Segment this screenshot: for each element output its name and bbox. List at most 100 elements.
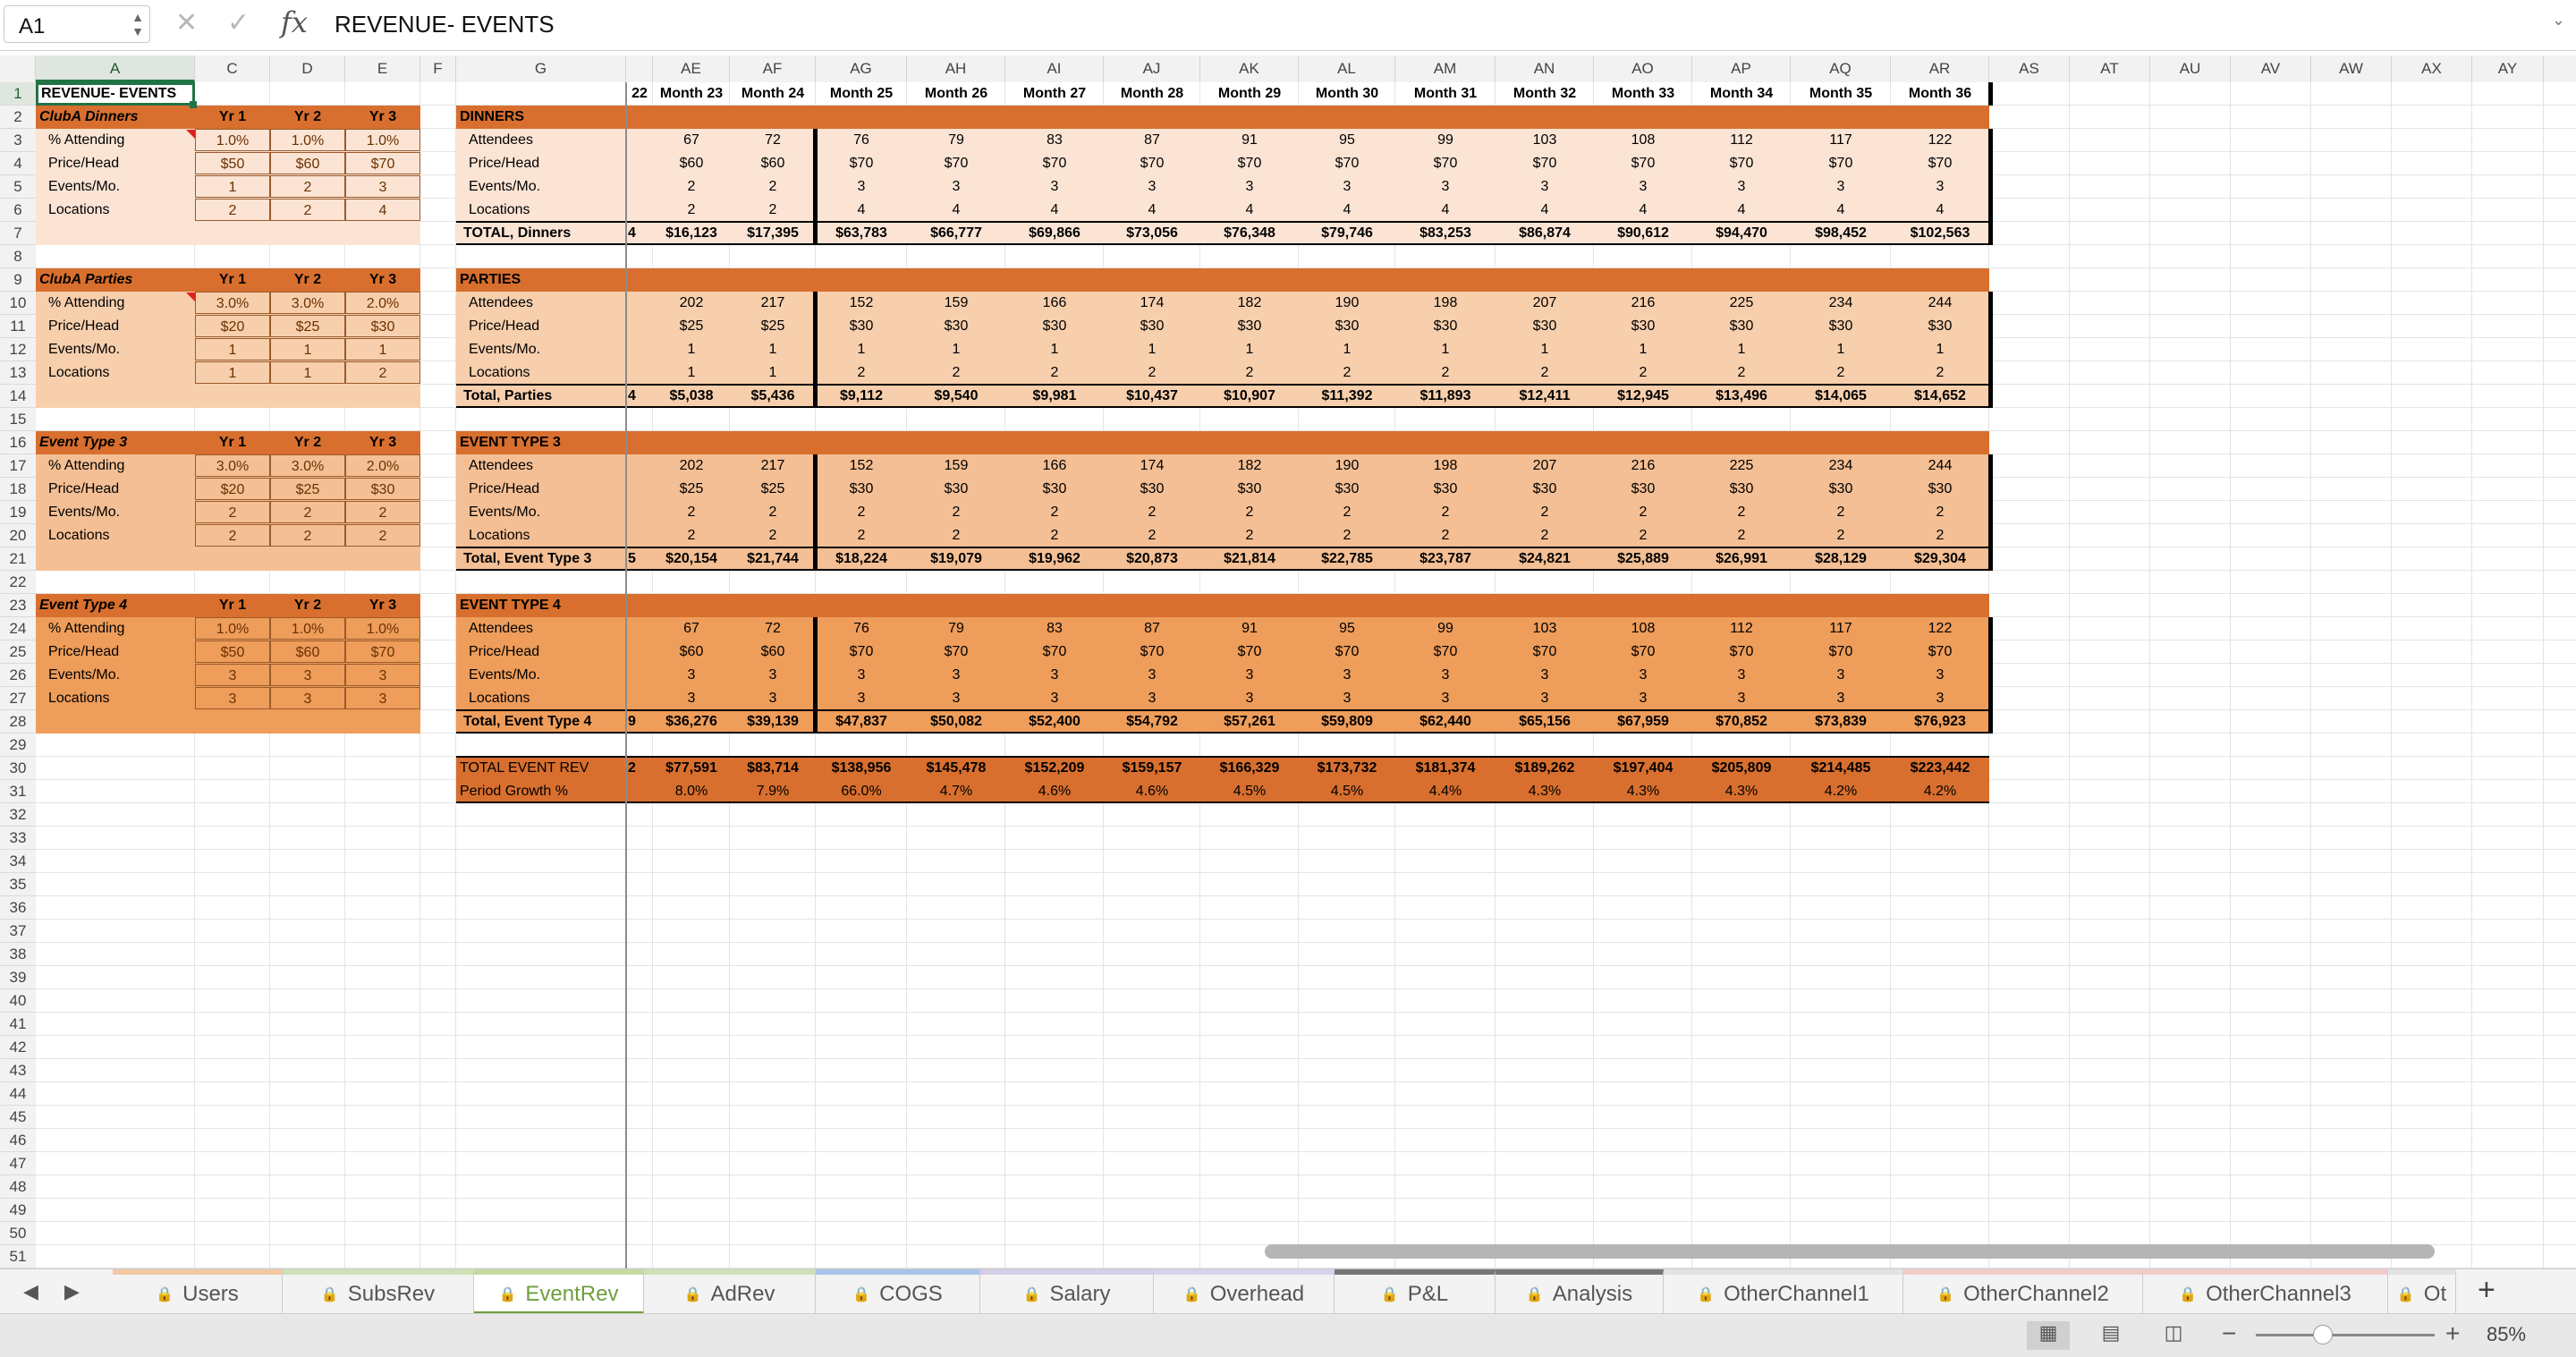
metric-value[interactable]: 207 (1496, 454, 1594, 478)
total-value[interactable]: $21,744 (730, 547, 816, 571)
metric-value[interactable]: 2 (1299, 361, 1395, 385)
row-header[interactable]: 7 (0, 222, 36, 245)
row-header[interactable]: 44 (0, 1082, 36, 1106)
row-header[interactable]: 25 (0, 640, 36, 664)
metric-value[interactable]: $30 (1791, 478, 1891, 501)
metric-value[interactable]: 4 (1200, 199, 1299, 222)
metric-value[interactable]: 3 (816, 664, 907, 687)
metric-value[interactable]: 3 (1395, 687, 1496, 710)
metric-value[interactable]: 1 (1395, 338, 1496, 361)
metric-value[interactable]: $30 (1395, 478, 1496, 501)
metric-value[interactable]: $60 (653, 152, 730, 175)
metric-value[interactable]: 2 (1692, 501, 1791, 524)
row-header[interactable]: 30 (0, 757, 36, 780)
total-value[interactable]: $29,304 (1891, 547, 1989, 571)
total-value[interactable]: $102,563 (1891, 222, 1989, 245)
metric-value[interactable]: $70 (1104, 152, 1200, 175)
row-header[interactable]: 49 (0, 1199, 36, 1222)
input-cell[interactable]: 4 (345, 199, 420, 221)
period-growth-value[interactable]: 8.0% (653, 780, 730, 803)
input-cell[interactable]: $30 (345, 315, 420, 337)
metric-value[interactable]: 159 (907, 454, 1005, 478)
metric-value[interactable]: 2 (1299, 501, 1395, 524)
metric-value[interactable]: 217 (730, 292, 816, 315)
zoom-slider[interactable] (2256, 1334, 2435, 1336)
row-header[interactable]: 21 (0, 547, 36, 571)
tab-scroll-left-icon[interactable]: ◀ (23, 1280, 38, 1303)
sheet-tab[interactable]: 🔒 SubsRev (283, 1269, 474, 1314)
metric-value[interactable]: 108 (1594, 129, 1692, 152)
metric-value[interactable]: 1 (816, 338, 907, 361)
metric-value[interactable]: 225 (1692, 454, 1791, 478)
add-sheet-button[interactable]: + (2478, 1273, 2496, 1308)
input-cell[interactable]: 1 (270, 361, 345, 384)
sheet-tab[interactable]: 🔒 OtherChannel3 (2143, 1269, 2388, 1314)
sheet-tab[interactable]: 🔒 Salary (980, 1269, 1154, 1314)
metric-value[interactable]: $70 (1891, 640, 1989, 664)
metric-value[interactable]: $30 (1496, 315, 1594, 338)
total-value[interactable]: $86,874 (1496, 222, 1594, 245)
metric-value[interactable]: 2 (1692, 361, 1791, 385)
sheet-tab[interactable]: 🔒 Overhead (1154, 1269, 1335, 1314)
metric-value[interactable]: 152 (816, 454, 907, 478)
metric-value[interactable]: 117 (1791, 129, 1891, 152)
input-cell[interactable]: 3 (195, 664, 270, 686)
metric-value[interactable]: 3 (1104, 175, 1200, 199)
metric-value[interactable]: 4 (1594, 199, 1692, 222)
total-value[interactable]: $67,959 (1594, 710, 1692, 734)
metric-value[interactable]: $70 (1496, 640, 1594, 664)
row-header[interactable]: 34 (0, 850, 36, 873)
metric-value[interactable]: 2 (816, 524, 907, 547)
total-value[interactable]: $5,436 (730, 385, 816, 408)
row-header[interactable]: 2 (0, 106, 36, 129)
select-all-corner[interactable] (0, 55, 36, 82)
row-header[interactable]: 3 (0, 129, 36, 152)
metric-value[interactable]: 1 (1791, 338, 1891, 361)
sheet-tab[interactable]: 🔒 P&L (1335, 1269, 1496, 1314)
row-header[interactable]: 4 (0, 152, 36, 175)
total-value[interactable]: $25,889 (1594, 547, 1692, 571)
metric-value[interactable]: 2 (1496, 501, 1594, 524)
metric-value[interactable]: $70 (1791, 640, 1891, 664)
period-growth-value[interactable]: 4.6% (1005, 780, 1104, 803)
metric-value[interactable]: 2 (1791, 524, 1891, 547)
metric-value[interactable]: 3 (1692, 687, 1791, 710)
metric-value[interactable]: 1 (1692, 338, 1791, 361)
metric-value[interactable]: $30 (1891, 315, 1989, 338)
column-header[interactable]: AW (2311, 55, 2392, 82)
metric-value[interactable]: 234 (1791, 292, 1891, 315)
row-header[interactable]: 26 (0, 664, 36, 687)
metric-value[interactable]: 2 (816, 501, 907, 524)
total-value[interactable]: $70,852 (1692, 710, 1791, 734)
metric-value[interactable]: 3 (1496, 687, 1594, 710)
column-header[interactable]: AI (1005, 55, 1104, 82)
metric-value[interactable]: $70 (1005, 640, 1104, 664)
total-value[interactable]: $21,814 (1200, 547, 1299, 571)
total-value[interactable]: $62,440 (1395, 710, 1496, 734)
total-value[interactable]: $18,224 (816, 547, 907, 571)
metric-value[interactable]: 3 (1594, 664, 1692, 687)
metric-value[interactable]: 2 (653, 524, 730, 547)
metric-value[interactable]: $70 (1395, 152, 1496, 175)
total-value[interactable]: $94,470 (1692, 222, 1791, 245)
metric-value[interactable]: $70 (1299, 640, 1395, 664)
metric-value[interactable]: $30 (1299, 315, 1395, 338)
metric-value[interactable]: 2 (1891, 524, 1989, 547)
metric-value[interactable]: $70 (1594, 640, 1692, 664)
metric-value[interactable]: $30 (1891, 478, 1989, 501)
total-event-rev-value[interactable]: $181,374 (1395, 757, 1496, 780)
period-growth-value[interactable]: 4.4% (1395, 780, 1496, 803)
metric-value[interactable]: 4 (1891, 199, 1989, 222)
metric-value[interactable]: 95 (1299, 129, 1395, 152)
row-header[interactable]: 40 (0, 989, 36, 1013)
row-header[interactable]: 18 (0, 478, 36, 501)
normal-view-icon[interactable]: ▦ (2027, 1321, 2070, 1350)
row-header[interactable]: 46 (0, 1129, 36, 1152)
metric-value[interactable]: 2 (1299, 524, 1395, 547)
confirm-icon[interactable]: ✓ (227, 7, 250, 38)
total-value[interactable]: $28,129 (1791, 547, 1891, 571)
metric-value[interactable]: 159 (907, 292, 1005, 315)
total-value[interactable]: 4 (628, 385, 655, 408)
metric-value[interactable]: $70 (1496, 152, 1594, 175)
column-header[interactable]: AM (1395, 55, 1496, 82)
